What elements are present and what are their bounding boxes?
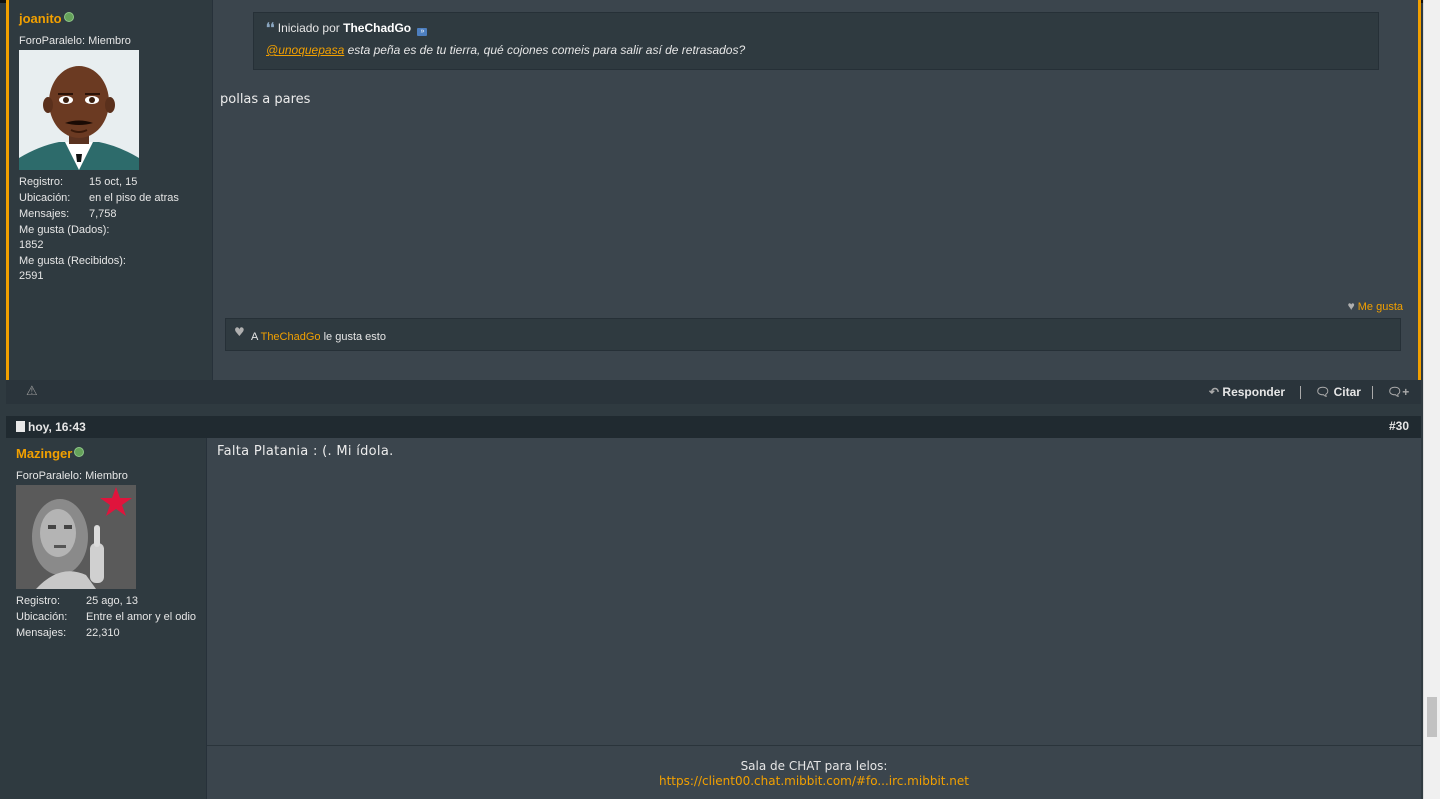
like-button[interactable]: ♥ Me gusta: [1348, 299, 1403, 313]
username-text[interactable]: Mazinger: [16, 446, 72, 461]
vertical-scrollbar[interactable]: [1423, 0, 1440, 799]
likes-prefix: A: [251, 331, 258, 343]
stat-value-registro: 25 ago, 13: [86, 595, 138, 607]
report-warning-icon[interactable]: ⚠: [26, 384, 38, 399]
avatar-portrait-star-icon: [16, 485, 136, 589]
reply-button-label[interactable]: Responder: [1222, 385, 1285, 399]
quote-bubble-icon: 🗨: [1315, 385, 1331, 399]
stat-label-ubicacion: Ubicación:: [19, 192, 71, 204]
quote-marks-icon: ❛❛: [266, 20, 275, 35]
view-post-icon[interactable]: »: [417, 28, 428, 36]
post-date: hoy, 16:43: [16, 420, 86, 434]
stat-value-ubicacion: en el piso de atras: [89, 192, 179, 204]
username-link[interactable]: Mazinger: [16, 446, 85, 461]
stat-value-mensajes: 7,758: [89, 208, 117, 220]
quote-button[interactable]: 🗨 Citar: [1315, 385, 1361, 399]
signature-divider: [207, 745, 1421, 746]
quote-author: TheChadGo: [343, 21, 412, 35]
document-icon: [16, 421, 25, 432]
quote-button-label[interactable]: Citar: [1334, 385, 1361, 399]
stat-value-ubicacion: Entre el amor y el odio: [86, 611, 197, 623]
likes-user-link[interactable]: TheChadGo: [261, 331, 321, 343]
likes-summary-text: A TheChadGo le gusta esto: [251, 331, 386, 343]
post-actions-bar: ⚠ ↶ Responder 🗨 Citar 🗨+: [6, 380, 1421, 404]
online-status-icon: [63, 12, 74, 22]
stat-value-likes-received: 2591: [19, 270, 44, 282]
multi-quote-plus-icon: 🗨+: [1387, 385, 1410, 399]
quote-header: ❛❛ Iniciado por TheChadGo »: [266, 20, 428, 36]
like-button-label[interactable]: Me gusta: [1358, 301, 1403, 313]
page: joanito ForoParalelo: Miembro Registro: …: [0, 0, 1440, 799]
separator: [1372, 386, 1373, 399]
user-info-panel: joanito ForoParalelo: Miembro Registro: …: [9, 0, 213, 380]
reply-arrow-icon: ↶: [1209, 385, 1220, 399]
stat-value-registro: 15 oct, 15: [89, 176, 138, 188]
mention-user[interactable]: unoquepasa: [278, 43, 344, 57]
quote-text: @unoquepasa esta peña es de tu tierra, q…: [266, 43, 745, 57]
user-title: ForoParalelo: Miembro: [19, 35, 131, 47]
heart-icon: ♥: [234, 325, 245, 339]
multi-quote-button[interactable]: 🗨+: [1387, 385, 1409, 399]
post-message: pollas a pares: [220, 92, 311, 107]
stat-label-registro: Registro:: [16, 595, 61, 607]
heart-icon: ♥: [1347, 299, 1355, 313]
quote-body-text: esta peña es de tu tierra, qué cojones c…: [344, 43, 746, 57]
likes-summary: ♥ A TheChadGo le gusta esto: [225, 318, 1401, 351]
signature-title: Sala de CHAT para lelos:: [740, 759, 888, 773]
avatar-cartoon-man-icon: [19, 50, 139, 170]
user-info-panel: Mazinger ForoParalelo: Miembro Registro:…: [6, 438, 207, 799]
scrollbar-thumb[interactable]: [1427, 697, 1437, 737]
reply-button[interactable]: ↶ Responder: [1209, 385, 1285, 399]
stat-label-mensajes: Mensajes:: [19, 208, 70, 220]
username-text[interactable]: joanito: [19, 11, 62, 26]
post-message: Falta Platania : (. Mi ídola.: [217, 444, 394, 459]
stat-value-mensajes: 22,310: [86, 627, 120, 639]
post-date-text: hoy, 16:43: [28, 420, 86, 434]
quote-block: ❛❛ Iniciado por TheChadGo » @unoquepasa …: [253, 12, 1379, 70]
quote-started-by: Iniciado por: [277, 21, 340, 35]
online-status-icon: [74, 447, 85, 457]
stat-label-registro: Registro:: [19, 176, 64, 188]
stat-label-likes-given: Me gusta (Dados):: [19, 224, 110, 236]
post-highlighted: joanito ForoParalelo: Miembro Registro: …: [6, 0, 1421, 380]
stat-value-likes-given: 1852: [19, 239, 44, 251]
signature-link[interactable]: https://client00.chat.mibbit.com/#fo...i…: [207, 774, 1421, 788]
mention-link[interactable]: @unoquepasa: [266, 43, 344, 57]
separator: [1300, 386, 1301, 399]
stat-label-ubicacion: Ubicación:: [16, 611, 68, 623]
stat-label-likes-received: Me gusta (Recibidos):: [19, 255, 126, 267]
username-link[interactable]: joanito: [19, 11, 74, 26]
stat-label-mensajes: Mensajes:: [16, 627, 67, 639]
post-number-link[interactable]: #30: [1389, 419, 1409, 433]
likes-suffix: le gusta esto: [323, 331, 386, 343]
user-title: ForoParalelo: Miembro: [16, 470, 128, 482]
post-header: hoy, 16:43 #30: [6, 416, 1421, 438]
avatar[interactable]: [16, 485, 136, 605]
avatar[interactable]: [19, 50, 139, 170]
post: Mazinger ForoParalelo: Miembro Registro:…: [6, 438, 1421, 799]
